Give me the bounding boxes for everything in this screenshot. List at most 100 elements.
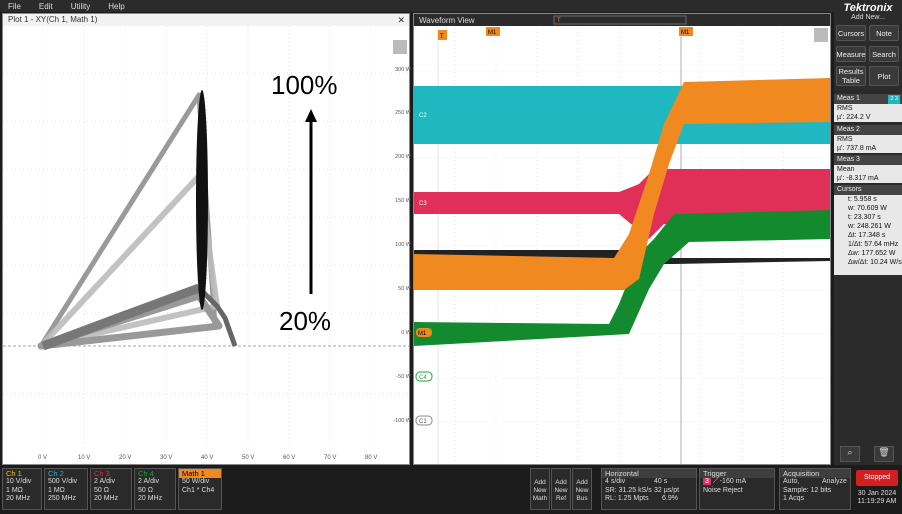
- add-new-ref-button[interactable]: Add New Ref: [551, 468, 571, 510]
- cursor-a-time: t: 5.958 s: [848, 196, 877, 203]
- horizontal-settings[interactable]: Horizontal 4 s/div 40 s SR: 31.25 kS/s 32 …: [601, 468, 697, 510]
- ch1-label: Ch 1: [6, 469, 22, 478]
- meas-1-name: RMS: [837, 105, 853, 112]
- x-tick: 30 V: [160, 455, 172, 461]
- y-tick: 0 W: [401, 330, 411, 336]
- cursors-button[interactable]: Cursors: [836, 25, 866, 41]
- waveform-view-panel[interactable]: Waveform View T T M1 M1 C2 C3 M1 C4 C1: [413, 13, 831, 465]
- ch1-badge: C1: [419, 419, 427, 425]
- xy-plot-title: Plot 1 - XY(Ch 1, Math 1): [8, 15, 98, 24]
- cursor-delta-value: Δw: 177.652 W: [848, 250, 896, 257]
- ch1-settings[interactable]: Ch 1 10 V/div 1 MΩ 20 MHz: [2, 468, 42, 510]
- horizontal-position: 6.9%: [662, 495, 678, 502]
- xy-plot-canvas: 100% 20% 0 V 10 V 20 V 30 V 40 V 50 V 60…: [3, 26, 409, 461]
- meas-3-title: Meas 3: [837, 156, 860, 163]
- ch4-settings[interactable]: Ch 4 2 A/div 50 Ω 20 MHz: [134, 468, 176, 510]
- add-new-math-button[interactable]: Add New Math: [530, 468, 550, 510]
- meas-3-badge[interactable]: Meas 3 Mean µ': -8.317 mA: [834, 155, 902, 183]
- ch3-impedance: 50 Ω: [94, 486, 109, 494]
- acquisition-analyze: Analyze: [822, 478, 847, 485]
- acquisition-settings[interactable]: Acquisition Auto, Analyze Sample: 12 bits…: [779, 468, 851, 510]
- math1-badge-top: M1: [488, 30, 497, 36]
- meas-1-source: 2 3: [888, 95, 900, 104]
- date-time: 30 Jan 2024 11:19:29 AM: [853, 490, 901, 506]
- acquisition-sample: Sample: 12 bits: [783, 486, 832, 494]
- x-tick: 20 V: [119, 455, 131, 461]
- record-length: RL: 1.25 Mpts: [605, 495, 649, 502]
- cursor-b-time: t: 23.307 s: [848, 214, 881, 221]
- add-new-label[interactable]: Add New...: [834, 14, 902, 21]
- x-tick: 40 V: [201, 455, 213, 461]
- sample-rate: SR: 31.25 kS/s: [605, 486, 652, 494]
- xy-dense-region: [196, 90, 208, 310]
- acquisition-mode: Auto,: [783, 478, 800, 485]
- annotation-100-percent: 100%: [271, 70, 338, 100]
- menu-help[interactable]: Help: [108, 2, 124, 11]
- cursor-delta-slope: Δw/Δt: 10.24 W/s: [848, 259, 902, 266]
- ch3-label: Ch 3: [94, 469, 110, 478]
- zoom-icon[interactable]: ⌕: [840, 446, 860, 462]
- menu-edit[interactable]: Edit: [39, 2, 53, 11]
- ch3-scale: 2 A/div: [94, 478, 116, 485]
- math1-settings[interactable]: Math 1 50 W/div Ch1 * Ch4: [178, 468, 222, 510]
- horizontal-duration: 40 s: [654, 478, 668, 485]
- trigger-title: Trigger: [700, 469, 774, 478]
- acquisition-title: Acquisition: [780, 469, 850, 478]
- meas-2-title: Meas 2: [837, 126, 860, 133]
- xy-plot-panel[interactable]: Plot 1 - XY(Ch 1, Math 1) ✕ 100% 20% 0 V…: [2, 13, 410, 465]
- brand-logo: Tektronix: [843, 2, 893, 14]
- acquisition-count: 1 Acqs: [783, 495, 805, 502]
- cursors-title: Cursors: [837, 186, 862, 193]
- y-tick: 150 W: [395, 198, 411, 204]
- y-tick: 100 W: [395, 242, 411, 248]
- y-tick: -100 W: [393, 418, 411, 424]
- xy-plot-titlebar: Plot 1 - XY(Ch 1, Math 1) ✕: [3, 14, 409, 26]
- menu-utility[interactable]: Utility: [71, 2, 91, 11]
- zoom-icon: [814, 28, 828, 42]
- cursors-badge[interactable]: Cursors t: 5.958 s w: 70.609 W t: 23.307…: [834, 185, 902, 275]
- meas-1-badge[interactable]: Meas 1 2 3 RMS µ': 224.2 V: [834, 94, 902, 122]
- trigger-source: 3: [703, 478, 711, 485]
- ch2-impedance: 1 MΩ: [48, 486, 65, 494]
- y-tick: 250 W: [395, 110, 411, 116]
- y-tick: 50 W: [398, 286, 411, 292]
- results-table-button[interactable]: Results Table: [836, 66, 866, 86]
- math1-scale: 50 W/div: [182, 478, 210, 485]
- ch2-label: Ch 2: [48, 469, 64, 478]
- ch2-bandwidth: 250 MHz: [48, 495, 77, 502]
- cursor-b-value: w: 248.261 W: [848, 223, 891, 230]
- time-per-point: 32 µs/pt: [654, 486, 680, 494]
- horizontal-title: Horizontal: [602, 469, 696, 478]
- cursor-inv-delta-time: 1/Δt: 57.64 mHz: [848, 241, 899, 248]
- meas-3-name: Mean: [837, 166, 855, 173]
- ch4-bandwidth: 20 MHz: [138, 495, 163, 502]
- ch2-scale: 500 V/div: [48, 478, 78, 485]
- search-button[interactable]: Search: [869, 46, 899, 62]
- y-tick: -50 W: [396, 374, 411, 380]
- trash-icon[interactable]: 🗑: [874, 446, 894, 462]
- ch2-settings[interactable]: Ch 2 500 V/div 1 MΩ 250 MHz: [44, 468, 88, 510]
- waveform-y-axis: 300 W 250 W 200 W 150 W 100 W 50 W 0 W -…: [383, 13, 413, 463]
- trigger-settings[interactable]: Trigger 3 ⟋ -160 mA Noise Reject: [699, 468, 775, 510]
- rising-edge-icon: ⟋: [712, 478, 718, 485]
- trigger-marker-top: T: [557, 18, 561, 24]
- note-button[interactable]: Note: [869, 25, 899, 41]
- meas-1-title: Meas 1: [837, 95, 860, 102]
- ch4-label: Ch 4: [138, 469, 154, 478]
- math1-expression: Ch1 * Ch4: [182, 486, 215, 494]
- ch3-settings[interactable]: Ch 3 2 A/div 50 Ω 20 MHz: [90, 468, 132, 510]
- measure-button[interactable]: Measure: [836, 46, 866, 62]
- trigger-badge: T: [440, 34, 444, 40]
- horizontal-scale: 4 s/div: [605, 478, 626, 485]
- add-new-bus-button[interactable]: Add New Bus: [572, 468, 592, 510]
- plot-button[interactable]: Plot: [869, 66, 899, 86]
- menu-file[interactable]: File: [8, 2, 21, 11]
- meas-2-badge[interactable]: Meas 2 RMS µ': 737.8 mA: [834, 125, 902, 153]
- x-tick: 0 V: [38, 455, 47, 461]
- cursor-delta-time: Δt: 17.348 s: [848, 232, 886, 239]
- date: 30 Jan 2024: [857, 490, 897, 497]
- ch4-badge: C4: [419, 375, 427, 381]
- y-tick: 200 W: [395, 154, 411, 160]
- time: 11:19:29 AM: [857, 498, 897, 505]
- run-stop-button[interactable]: Stopped: [856, 470, 898, 486]
